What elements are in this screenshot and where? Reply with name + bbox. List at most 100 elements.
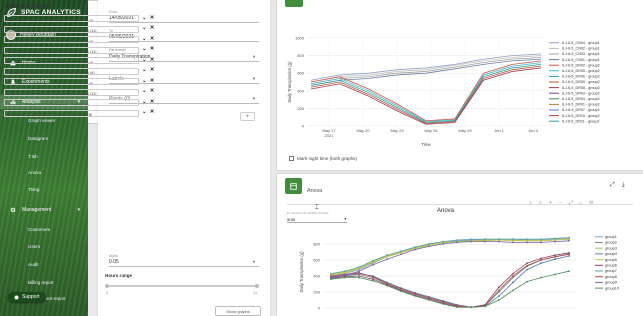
remove-group-icon[interactable]: ✕ — [150, 109, 155, 115]
slider-min-handle[interactable] — [105, 284, 109, 288]
data-point — [400, 287, 402, 290]
chevron-down-icon[interactable]: ⌄ — [142, 46, 147, 52]
legend-entry[interactable]: ILJ-6-5_DR07 - group2 — [562, 108, 600, 112]
legend-entry[interactable]: ILJ-6-5_CN03 - group1 — [562, 52, 600, 56]
data-point — [540, 262, 542, 265]
nav-graph-viewer[interactable]: Graph viewer — [28, 118, 55, 123]
remove-group-icon[interactable]: ✕ — [150, 78, 155, 84]
anova-chart[interactable]: 0 200 400 600 800 Daily Transpiration (g) ⌕ ⌕ + −… — [277, 174, 643, 316]
legend-entry[interactable]: group7 — [605, 269, 617, 273]
data-point — [526, 264, 528, 267]
nav-customers[interactable]: Customers — [28, 227, 50, 232]
remove-group-icon[interactable]: ✕ — [150, 46, 155, 52]
chevron-down-icon[interactable]: ▼ — [252, 259, 256, 264]
legend-entry[interactable]: ILJ-6-5_DR10 - group2 — [562, 114, 600, 118]
data-point — [456, 241, 458, 244]
chart-toolbar-icon[interactable]: ⌕ — [539, 200, 542, 206]
legend-entry[interactable]: ILJ-6-5_DR01 - group2 — [562, 103, 600, 107]
chart-toolbar-icon[interactable]: ⌕ — [529, 200, 532, 206]
chart-toolbar-icon[interactable]: − — [559, 200, 562, 206]
alpha-select[interactable]: 0.05 — [109, 259, 119, 265]
show-graphs-button[interactable]: Show graphs — [215, 306, 261, 316]
legend-entry[interactable]: ILJ-6-5_DR03 - group2 — [562, 91, 600, 95]
nav-management[interactable]: Management ▾ — [0, 203, 88, 217]
legend-entry[interactable]: ILJ-6-5_DR09 - group2 — [562, 80, 600, 84]
legend-entry[interactable]: ILJ-6-5_DR11 - group2 — [562, 119, 599, 123]
chevron-down-icon[interactable]: ⌄ — [142, 109, 147, 115]
nav-audit[interactable]: Audit — [28, 262, 38, 267]
data-point — [372, 278, 374, 281]
nav-datagram[interactable]: Datagram — [28, 136, 48, 141]
legend-entry[interactable]: group8 — [605, 275, 617, 279]
chart-toolbar-icon[interactable]: ⟲ — [589, 200, 594, 206]
hours-range-slider[interactable] — [107, 285, 257, 287]
chart-toolbar-icon[interactable]: + — [549, 200, 552, 206]
x-tick-label: 2021 — [325, 133, 335, 138]
data-point — [484, 238, 486, 241]
series-line — [330, 238, 570, 276]
data-point — [526, 268, 528, 271]
nav-users[interactable]: Users — [28, 244, 40, 249]
data-point — [386, 254, 388, 257]
anova-panel: Anova ⤢ ⤓ ⌶ Pr. SCALE OF GRAPH SCALE aut… — [277, 174, 643, 316]
remove-group-icon[interactable]: ✕ — [150, 36, 155, 42]
selected-group-item: Group 10 - #Line - M82 #Treatment - Drou… — [4, 109, 139, 117]
chevron-down-icon[interactable]: ▼ — [252, 76, 256, 81]
legend-entry[interactable]: group10 — [605, 286, 619, 290]
legend-entry[interactable]: ILJ-6-5_CN01 - group1 — [562, 58, 600, 62]
data-point — [456, 239, 458, 242]
data-point — [526, 280, 528, 283]
chevron-down-icon[interactable]: ⌄ — [142, 36, 147, 42]
remove-group-icon[interactable]: ✕ — [150, 25, 155, 31]
remove-group-icon[interactable]: ✕ — [150, 67, 155, 73]
data-point — [554, 254, 556, 257]
data-point — [568, 270, 570, 273]
legend-entry[interactable]: ILJ-6-5_DR06 - group2 — [562, 75, 600, 79]
data-point — [540, 259, 542, 261]
nav-report-partial[interactable]: ...ent report — [42, 296, 66, 301]
legend-entry[interactable]: group6 — [605, 264, 617, 268]
nav-tblog[interactable]: Tblog — [28, 187, 40, 192]
data-point — [400, 253, 402, 256]
nav-billing-report[interactable]: Billing report — [28, 280, 54, 285]
chevron-down-icon[interactable]: ⌄ — [142, 67, 147, 73]
chevron-down-icon[interactable]: ▼ — [252, 96, 256, 101]
slider-max-handle[interactable] — [255, 284, 259, 288]
chevron-down-icon[interactable]: ⌄ — [142, 15, 147, 21]
selected-group-item: Group 1 - #Line - ILJ-6-5 #Treatment - C… — [4, 15, 139, 23]
chevron-down-icon[interactable]: ⌄ — [142, 99, 147, 105]
chevron-down-icon[interactable]: ▼ — [252, 54, 256, 59]
data-point — [428, 296, 430, 299]
chevron-down-icon[interactable]: ⌄ — [142, 88, 147, 94]
remove-group-icon[interactable]: ✕ — [150, 57, 155, 63]
nav-anova[interactable]: Anova — [28, 170, 41, 175]
chevron-down-icon[interactable]: ⌄ — [142, 25, 147, 31]
legend-entry[interactable]: group3 — [605, 246, 617, 250]
chevron-down-icon[interactable]: ⌄ — [142, 78, 147, 84]
legend-entry[interactable]: group9 — [605, 281, 617, 285]
add-group-button[interactable]: + — [240, 112, 255, 121]
legend-entry[interactable]: ILJ-6-5_DR05 - group2 — [562, 69, 600, 73]
data-point — [330, 272, 332, 275]
chart-toolbar-icon[interactable]: ⌂ — [579, 200, 582, 206]
time-series-chart[interactable]: 02004006008001000May 172021May 20 May 23 M… — [277, 0, 643, 170]
remove-group-icon[interactable]: ✕ — [150, 88, 155, 94]
legend-entry[interactable]: ILJ-6-5_DR04 - group2 — [562, 97, 600, 101]
series-line — [330, 240, 570, 278]
chevron-down-icon[interactable]: ⌄ — [142, 57, 147, 63]
legend-entry[interactable]: group1 — [605, 235, 617, 239]
legend-entry[interactable]: group4 — [605, 252, 617, 256]
chart-toolbar-icon[interactable]: ⤢ — [569, 200, 573, 206]
legend-entry[interactable]: group2 — [605, 241, 617, 245]
remove-group-icon[interactable]: ✕ — [150, 99, 155, 105]
legend-entry[interactable]: group5 — [605, 258, 617, 262]
remove-group-icon[interactable]: ✕ — [150, 15, 155, 21]
support-button[interactable]: Support — [8, 292, 46, 302]
night-time-checkbox[interactable] — [289, 156, 294, 161]
legend-entry[interactable]: ILJ-6-5_CN02 - group1 — [562, 47, 600, 51]
selected-group-item: Group 4 - #Line - ILJ-4-3 #Treatment - D… — [4, 46, 139, 54]
legend-entry[interactable]: ILJ-6-5_DR02 - group2 — [562, 63, 600, 67]
nav-ttsh[interactable]: T.tsh — [28, 154, 38, 159]
legend-entry[interactable]: ILJ-6-5_CN04 - group1 — [562, 41, 600, 45]
legend-entry[interactable]: ILJ-6-5_DR08 - group2 — [562, 86, 600, 90]
